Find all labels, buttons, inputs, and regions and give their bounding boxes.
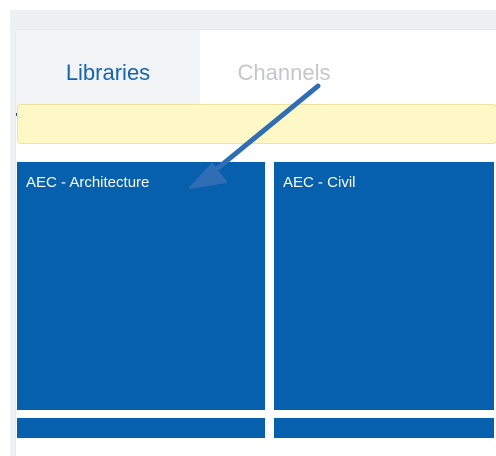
- tab-libraries-label: Libraries: [65, 60, 151, 85]
- library-tile-aec-civil[interactable]: AEC - Civil: [274, 162, 494, 410]
- library-tile-aec-architecture[interactable]: AEC - Architecture: [17, 162, 265, 410]
- library-tile-label: AEC - Civil: [283, 174, 356, 191]
- library-tile[interactable]: [274, 418, 494, 438]
- library-tile-label: AEC - Architecture: [26, 174, 150, 191]
- notice-banner: [17, 104, 496, 144]
- library-tile[interactable]: [17, 418, 265, 438]
- tab-channels-label: Channels: [237, 60, 331, 85]
